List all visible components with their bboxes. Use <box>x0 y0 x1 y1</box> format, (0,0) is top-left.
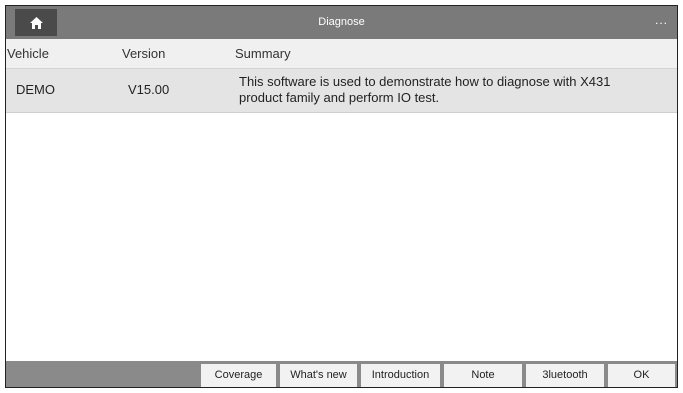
more-options-icon[interactable]: ... <box>655 14 671 28</box>
column-header-summary: Summary <box>235 46 291 61</box>
whats-new-button[interactable]: What's new <box>280 364 357 387</box>
table-header: Vehicle Version Summary <box>6 39 677 69</box>
column-header-vehicle: Vehicle <box>7 46 49 61</box>
bottom-toolbar: Coverage What's new Introduction Note 3l… <box>6 361 677 387</box>
vehicle-cell: DEMO <box>16 82 55 97</box>
ok-button[interactable]: OK <box>608 364 675 387</box>
summary-cell: This software is used to demonstrate how… <box>239 74 611 105</box>
bluetooth-button[interactable]: 3luetooth <box>526 364 604 387</box>
introduction-button[interactable]: Introduction <box>361 364 440 387</box>
diagnose-window: Diagnose ... Vehicle Version Summary DEM… <box>5 5 678 388</box>
note-button[interactable]: Note <box>444 364 522 387</box>
coverage-button[interactable]: Coverage <box>201 364 276 387</box>
title-bar: Diagnose ... <box>6 6 677 39</box>
version-cell: V15.00 <box>128 82 170 97</box>
page-title: Diagnose <box>318 16 365 28</box>
table-row[interactable]: DEMO V15.00 This software is used to dem… <box>6 69 677 113</box>
column-header-version: Version <box>122 46 166 61</box>
